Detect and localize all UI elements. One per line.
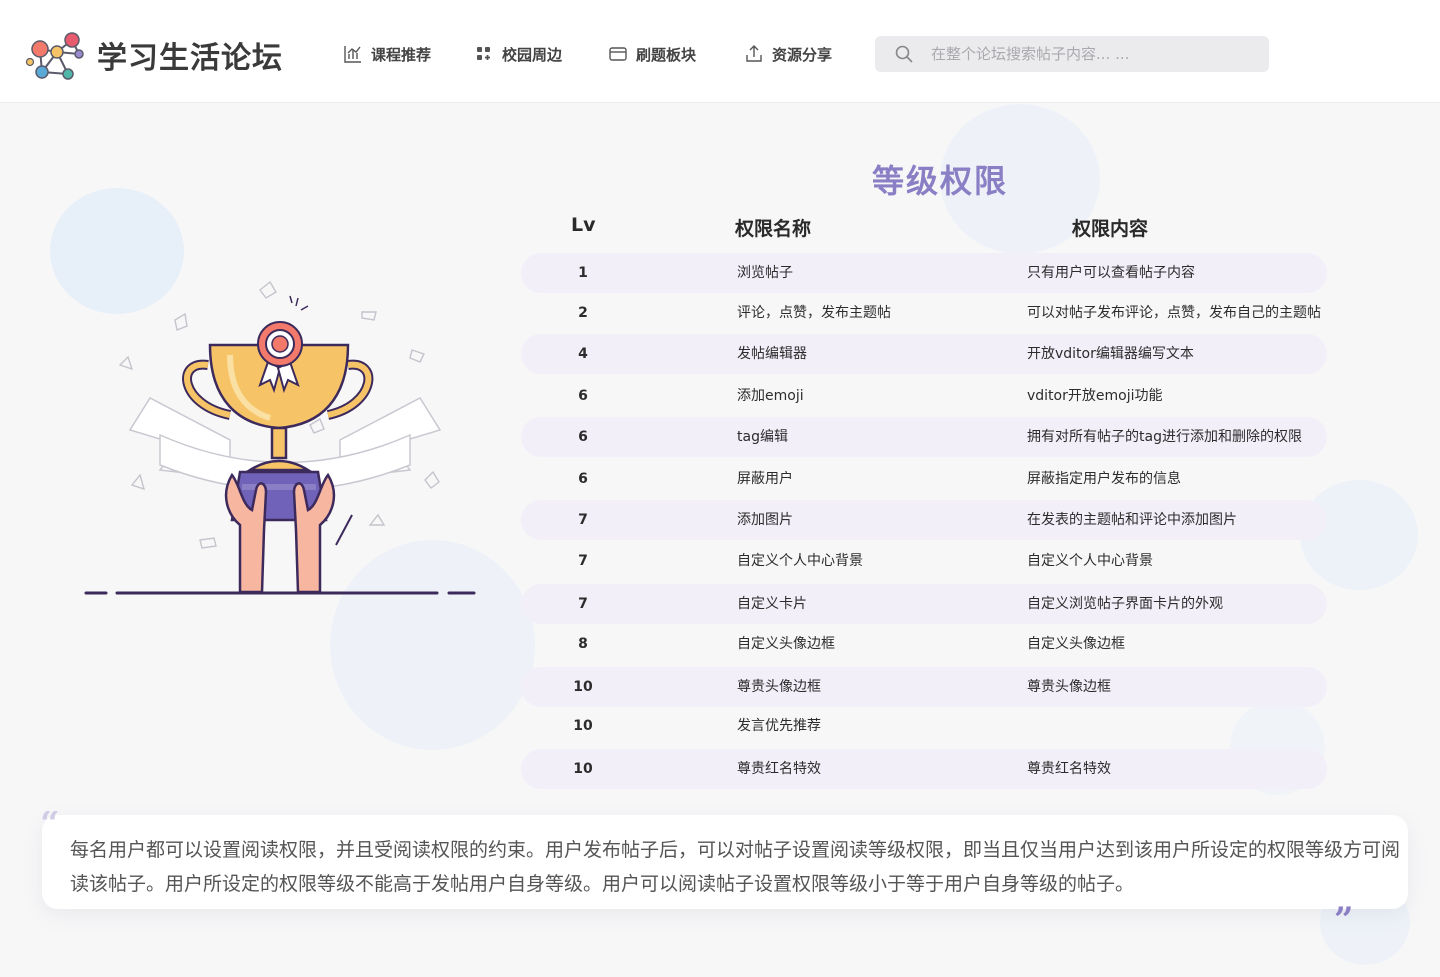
permission-notice: 每名用户都可以设置阅读权限，并且受阅读权限的约束。用户发布帖子后，可以对帖子设置… — [42, 815, 1408, 909]
cell-permission-name: 添加emoji — [737, 388, 804, 404]
notice-text: 每名用户都可以设置阅读权限，并且受阅读权限的约束。用户发布帖子后，可以对帖子设置… — [70, 839, 1401, 895]
cell-permission-name: 尊贵头像边框 — [737, 679, 821, 695]
column-header-lv: Lv — [571, 214, 596, 236]
nav-label: 课程推荐 — [371, 45, 432, 64]
table-row-highlight — [521, 334, 1327, 374]
cell-permission-desc: 尊贵红名特效 — [1027, 761, 1111, 777]
cell-permission-name: 发言优先推荐 — [737, 718, 821, 734]
open-quote-icon: “ — [40, 811, 60, 831]
bar-chart-icon — [344, 46, 361, 63]
table-row-highlight — [521, 749, 1327, 789]
cell-permission-desc: vditor开放emoji功能 — [1027, 388, 1163, 404]
cell-level: 4 — [578, 346, 588, 362]
grid-icon — [477, 47, 490, 60]
search-bar[interactable] — [875, 36, 1269, 72]
svg-text:”: ” — [1334, 905, 1354, 925]
nav-label: 校园周边 — [502, 45, 563, 64]
nav-item-practice[interactable]: 刷题板块 — [608, 42, 696, 66]
cell-permission-name: 屏蔽用户 — [737, 471, 793, 487]
cell-level: 10 — [573, 718, 593, 734]
cell-permission-desc: 开放vditor编辑器编写文本 — [1027, 346, 1194, 362]
column-header-desc: 权限内容 — [1072, 218, 1149, 240]
cell-level: 7 — [578, 596, 588, 612]
cell-permission-desc: 自定义头像边框 — [1027, 636, 1125, 652]
nav-item-campus[interactable]: 校园周边 — [474, 42, 562, 66]
upload-icon — [746, 45, 762, 62]
cell-level: 10 — [573, 679, 593, 695]
cell-permission-name: 浏览帖子 — [737, 265, 793, 281]
nav-label: 刷题板块 — [636, 45, 697, 64]
card-icon — [609, 47, 627, 61]
cell-permission-name: 自定义个人中心背景 — [737, 553, 863, 569]
cell-permission-desc: 屏蔽指定用户发布的信息 — [1027, 471, 1181, 487]
cell-level: 6 — [578, 388, 588, 404]
forum-logo-icon[interactable] — [24, 26, 86, 82]
cell-permission-name: 添加图片 — [737, 512, 793, 528]
cell-level: 10 — [573, 761, 593, 777]
trophy-illustration — [84, 280, 476, 595]
cell-permission-desc: 自定义浏览帖子界面卡片的外观 — [1027, 596, 1223, 612]
cell-permission-desc: 可以对帖子发布评论，点赞，发布自己的主题帖 — [1027, 305, 1321, 321]
cell-permission-name: 自定义卡片 — [737, 596, 807, 612]
nav-item-resources[interactable]: 资源分享 — [744, 42, 832, 66]
column-header-name: 权限名称 — [735, 218, 812, 240]
top-header: 学习生活论坛 课程推荐 校园周边 刷题板块 资源分享 — [0, 0, 1440, 103]
cell-level: 1 — [578, 265, 588, 281]
cell-permission-desc: 自定义个人中心背景 — [1027, 553, 1153, 569]
svg-text:“: “ — [40, 811, 60, 831]
close-quote-icon: ” — [1334, 905, 1354, 925]
cell-permission-desc: 只有用户可以查看帖子内容 — [1027, 265, 1195, 281]
cell-permission-name: 尊贵红名特效 — [737, 761, 821, 777]
cell-level: 8 — [578, 636, 588, 652]
cell-permission-desc: 在发表的主题帖和评论中添加图片 — [1027, 512, 1237, 528]
cell-permission-name: 自定义头像边框 — [737, 636, 835, 652]
nav-item-courses[interactable]: 课程推荐 — [343, 42, 431, 66]
cell-level: 6 — [578, 471, 588, 487]
cell-permission-desc: 尊贵头像边框 — [1027, 679, 1111, 695]
nav-label: 资源分享 — [772, 45, 833, 64]
cell-level: 6 — [578, 429, 588, 445]
search-icon[interactable] — [894, 44, 914, 64]
search-input[interactable] — [931, 36, 1251, 72]
site-title[interactable]: 学习生活论坛 — [97, 33, 283, 77]
section-title: 等级权限 — [871, 162, 1008, 200]
table-row-highlight — [521, 253, 1327, 293]
cell-permission-name: tag编辑 — [737, 429, 788, 445]
cell-permission-name: 发帖编辑器 — [737, 346, 807, 362]
cell-level: 7 — [578, 512, 588, 528]
table-row-highlight — [521, 667, 1327, 707]
cell-permission-name: 评论，点赞，发布主题帖 — [737, 305, 891, 321]
cell-level: 7 — [578, 553, 588, 569]
cell-permission-desc: 拥有对所有帖子的tag进行添加和删除的权限 — [1027, 429, 1302, 445]
cell-level: 2 — [578, 305, 588, 321]
